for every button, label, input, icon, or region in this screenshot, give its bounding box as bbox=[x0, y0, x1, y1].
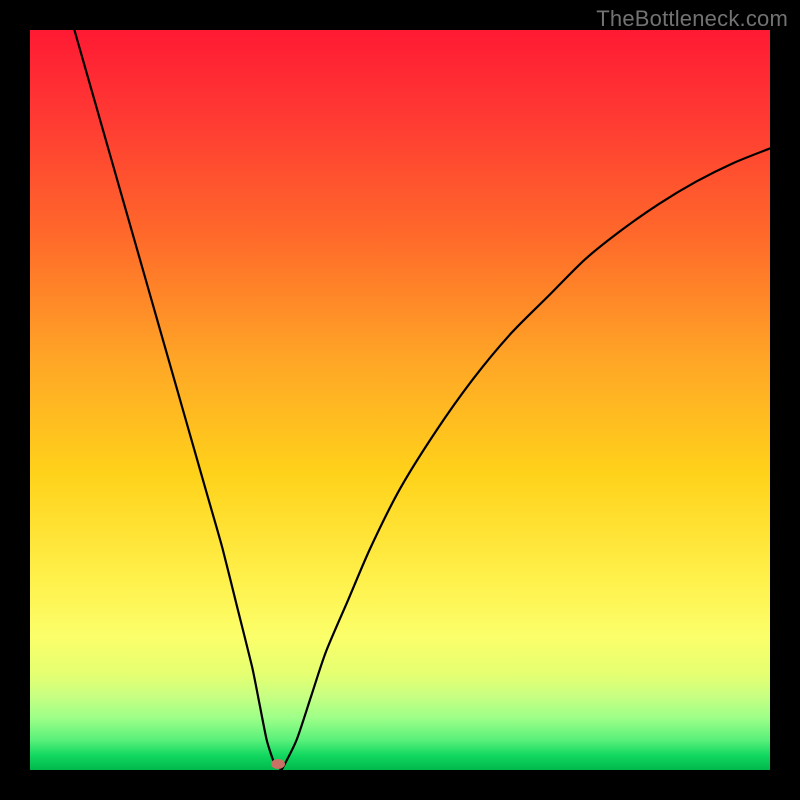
optimal-marker bbox=[271, 759, 285, 769]
watermark-text: TheBottleneck.com bbox=[596, 6, 788, 32]
bottleneck-curve bbox=[30, 30, 770, 770]
plot-area bbox=[30, 30, 770, 770]
chart-frame: TheBottleneck.com bbox=[0, 0, 800, 800]
